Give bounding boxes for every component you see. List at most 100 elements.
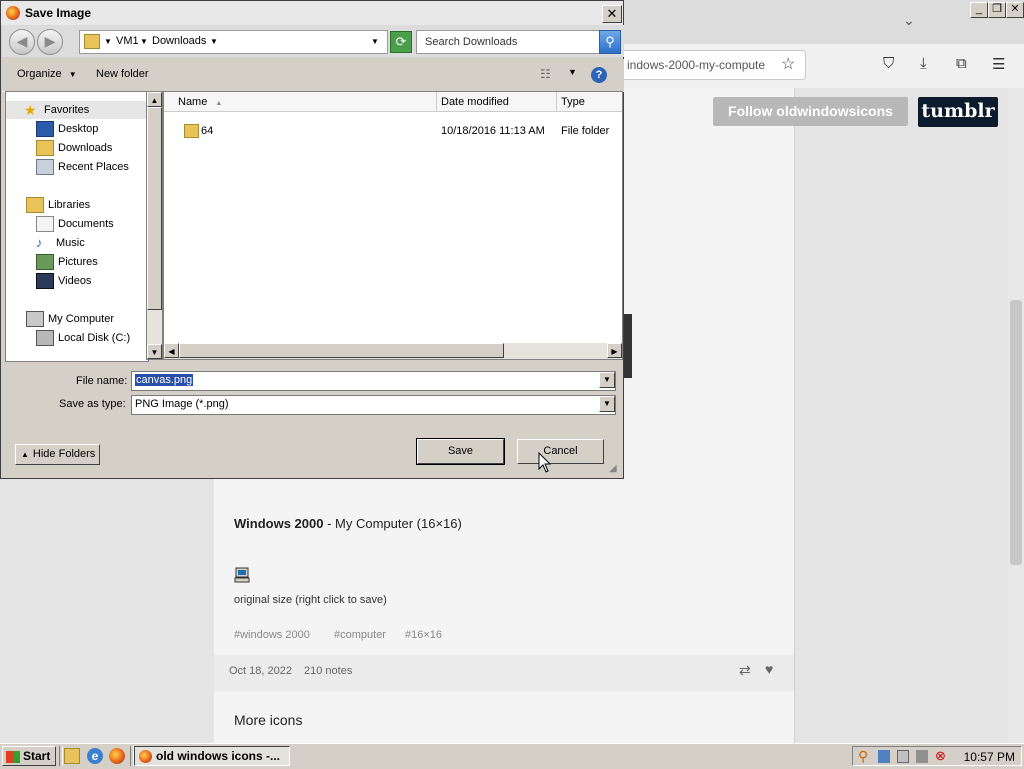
extensions-icon[interactable]: ⧉	[956, 55, 967, 72]
bookmark-star-icon[interactable]: ☆	[781, 54, 795, 74]
cancel-button[interactable]: Cancel	[517, 439, 604, 464]
follow-button[interactable]: Follow oldwindowsicons	[713, 97, 908, 126]
nav-downloads-label: Downloads	[58, 142, 113, 154]
breadcrumb-vm1[interactable]: VM1	[116, 35, 139, 47]
windows-logo-icon	[6, 750, 20, 763]
my-computer-icon[interactable]	[234, 567, 250, 583]
nav-downloads[interactable]: Downloads	[36, 139, 112, 157]
file-name-input[interactable]: canvas.png ▼	[131, 371, 616, 391]
column-header-type[interactable]: Type	[557, 92, 622, 112]
nav-my-computer[interactable]: My Computer	[26, 310, 114, 328]
chevron-down-icon[interactable]: ▼	[599, 372, 615, 388]
address-dropdown-icon[interactable]: ▼	[371, 37, 379, 46]
start-button[interactable]: Start	[2, 746, 56, 766]
search-input[interactable]: Search Downloads	[416, 30, 601, 54]
tag-link[interactable]: #computer	[334, 629, 386, 641]
nav-recent-places-label: Recent Places	[58, 161, 129, 173]
tag-link[interactable]: #windows 2000	[234, 629, 310, 641]
tab-list-chevron-icon[interactable]: ⌄	[903, 12, 915, 29]
post-date[interactable]: Oct 18, 2022	[229, 665, 292, 677]
scroll-left-icon[interactable]: ◀	[164, 343, 179, 358]
file-row[interactable]: 64 10/18/2016 11:13 AM File folder	[164, 122, 622, 140]
file-date: 10/18/2016 11:13 AM	[441, 125, 545, 137]
url-bar[interactable]: indows-2000-my-compute ☆	[618, 50, 806, 80]
reblog-icon[interactable]: ⇄	[739, 662, 751, 679]
organize-menu[interactable]: Organize ▼	[17, 68, 77, 80]
hide-folders-button[interactable]: ▲ Hide Folders	[15, 444, 100, 465]
volume-muted-icon[interactable]: ⊗	[935, 748, 946, 764]
browser-close-button[interactable]: ✕	[1006, 2, 1024, 18]
dialog-close-button[interactable]: ✕	[602, 5, 622, 23]
back-button[interactable]: ◀	[9, 29, 35, 55]
scroll-right-icon[interactable]: ▶	[607, 343, 622, 358]
display-icon[interactable]	[916, 750, 928, 763]
firefox-quicklaunch-icon[interactable]	[109, 748, 125, 764]
chevron-down-icon[interactable]: ▼	[568, 67, 577, 77]
nav-scroll-thumb[interactable]	[147, 107, 162, 310]
tray-app-icon[interactable]	[878, 750, 890, 763]
nav-documents[interactable]: Documents	[36, 215, 114, 233]
file-list-h-scrollbar[interactable]: ◀ ▶	[164, 343, 622, 359]
scroll-up-icon[interactable]: ▲	[147, 92, 162, 107]
column-header-date[interactable]: Date modified	[437, 92, 557, 112]
resize-grip-icon[interactable]: ◢	[609, 463, 617, 474]
minimize-button[interactable]: _	[970, 2, 988, 18]
nav-favorites[interactable]: ★ Favorites	[6, 101, 148, 119]
h-scroll-thumb[interactable]	[179, 343, 504, 358]
views-icon[interactable]: ☷	[540, 67, 551, 81]
ie-quicklaunch-icon[interactable]: e	[87, 748, 103, 764]
downloads-folder-icon	[36, 140, 54, 157]
scroll-down-icon[interactable]: ▼	[147, 344, 162, 359]
breadcrumb-separator-icon[interactable]: ▼	[210, 37, 218, 46]
breadcrumb-downloads[interactable]: Downloads	[152, 35, 206, 47]
nav-documents-label: Documents	[58, 218, 114, 230]
dialog-title-bar[interactable]	[1, 1, 623, 25]
tumblr-logo-button[interactable]: tumblr	[918, 97, 998, 127]
nav-desktop-label: Desktop	[58, 123, 99, 135]
search-placeholder: Search Downloads	[425, 36, 518, 48]
network-error-icon[interactable]	[897, 750, 909, 763]
like-heart-icon[interactable]: ♥	[765, 661, 773, 677]
post-notes[interactable]: 210 notes	[304, 665, 352, 677]
forward-button[interactable]: ▶	[37, 29, 63, 55]
chevron-down-icon[interactable]: ▼	[599, 396, 615, 412]
magnifier-icon[interactable]: ⚲	[858, 748, 868, 765]
new-folder-button[interactable]: New folder	[96, 68, 149, 80]
navigation-pane: ★ Favorites Desktop Downloads Recent Plac…	[5, 91, 149, 362]
page-right-gutter	[794, 88, 1009, 743]
taskbar-separator	[59, 746, 63, 766]
breadcrumb-separator-icon[interactable]: ▼	[140, 37, 148, 46]
clock[interactable]: 10:57 PM	[964, 750, 1015, 764]
nav-videos[interactable]: Videos	[36, 272, 91, 290]
address-bar[interactable]: ▼ VM1 ▼ Downloads ▼ ▼	[79, 30, 388, 54]
explorer-quicklaunch-icon[interactable]	[64, 748, 80, 764]
pocket-icon[interactable]: ⛉	[883, 55, 894, 72]
column-header-name[interactable]: Name ▲	[164, 92, 437, 112]
column-name-label: Name	[178, 96, 208, 108]
page-scrollbar-thumb[interactable]	[1010, 300, 1022, 565]
tag-link[interactable]: #16×16	[405, 629, 442, 641]
save-type-select[interactable]: PNG Image (*.png) ▼	[131, 395, 616, 415]
save-button[interactable]: Save	[416, 438, 505, 465]
refresh-icon[interactable]: ⟳	[390, 31, 412, 53]
nav-pane-scrollbar[interactable]: ▲ ▼	[146, 91, 163, 360]
restore-button[interactable]: ❐	[988, 2, 1006, 18]
file-list: Name ▲ Date modified Type 64 10/18/2016 1…	[163, 91, 623, 360]
breadcrumb-separator-icon[interactable]: ▼	[104, 37, 112, 46]
collapse-arrow-icon: ▲	[21, 450, 29, 459]
save-image-dialog: Save Image ✕ ◀ ▶ ▼ VM1 ▼ Downloads ▼ ▼ ⟳…	[0, 0, 624, 479]
download-icon[interactable]: ⤓	[920, 55, 927, 72]
nav-my-computer-label: My Computer	[48, 313, 115, 325]
menu-icon[interactable]: ☰	[992, 55, 1005, 73]
nav-local-disk[interactable]: Local Disk (C:)	[36, 329, 130, 347]
nav-music[interactable]: ♪ Music	[36, 234, 85, 252]
help-icon[interactable]: ?	[591, 67, 607, 83]
nav-pictures[interactable]: Pictures	[36, 253, 98, 271]
nav-desktop[interactable]: Desktop	[36, 120, 98, 138]
firefox-icon	[139, 750, 152, 764]
search-icon[interactable]: ⚲	[599, 30, 621, 54]
nav-recent-places[interactable]: Recent Places	[36, 158, 129, 176]
nav-favorites-label: Favorites	[44, 104, 90, 116]
taskbar-window-item[interactable]: old windows icons -...	[134, 746, 290, 766]
nav-libraries[interactable]: Libraries	[26, 196, 90, 214]
